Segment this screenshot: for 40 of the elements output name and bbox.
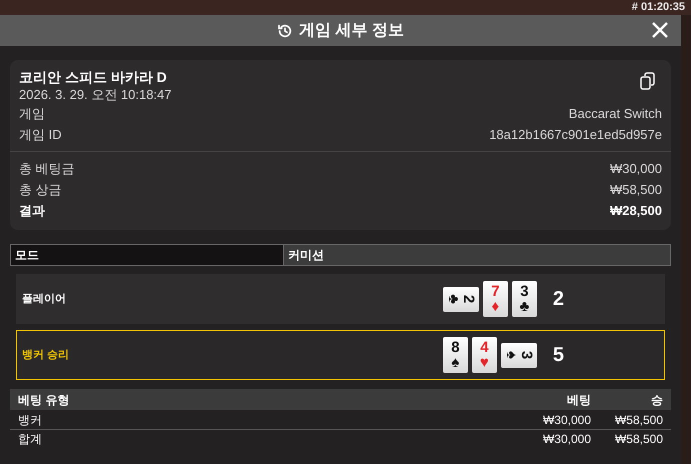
table-name: 코리안 스피드 바카라 D bbox=[19, 68, 168, 86]
playing-card: 7 ♦ bbox=[482, 281, 508, 317]
round-timer: # 01:20:35 bbox=[632, 0, 685, 14]
table-cell-text: ₩58,500 bbox=[614, 412, 663, 428]
hand-label: 뱅커 승리 bbox=[22, 348, 70, 363]
table-cell-text: ₩58,500 bbox=[614, 431, 663, 448]
info-value: Baccarat Switch bbox=[568, 105, 662, 123]
column-header: 승 bbox=[650, 392, 663, 408]
playing-card: 2 ♣ bbox=[442, 286, 479, 312]
total-label: 결과 bbox=[19, 202, 45, 220]
hand-label: 플레이어 bbox=[22, 292, 67, 307]
total-value: ₩28,500 bbox=[610, 202, 662, 220]
game-datetime: 2026. 3. 29. 오전 10:18:47 bbox=[19, 86, 172, 103]
history-icon bbox=[277, 22, 294, 38]
playing-card: 4 ♥ bbox=[472, 337, 497, 373]
dialog-title: 게임 세부 정보 bbox=[299, 20, 404, 40]
close-button[interactable] bbox=[651, 21, 669, 39]
info-value: 18a12b1667c901e1ed5d957e bbox=[489, 126, 662, 144]
column-header: 베팅 bbox=[566, 392, 591, 408]
info-label: 게임 ID bbox=[19, 126, 62, 144]
playing-card: 3 ♠ bbox=[500, 342, 537, 368]
column-header: 베팅 유형 bbox=[18, 392, 70, 408]
close-icon bbox=[651, 21, 669, 39]
hand-score: 2 bbox=[552, 287, 564, 312]
total-value: ₩30,000 bbox=[610, 160, 662, 178]
table-cell-text: ₩30,000 bbox=[542, 412, 591, 428]
total-label: 총 베팅금 bbox=[19, 160, 75, 178]
table-cell-text: 합계 bbox=[18, 431, 43, 448]
hand-score: 5 bbox=[552, 343, 564, 368]
copy-button[interactable] bbox=[640, 72, 656, 90]
info-label: 게임 bbox=[19, 105, 45, 123]
playing-card: 3 ♣ bbox=[512, 281, 537, 317]
copy-icon bbox=[640, 72, 656, 90]
table-cell-text: ₩30,000 bbox=[542, 431, 591, 448]
column-header: 커미션 bbox=[284, 245, 670, 265]
column-header: 모드 bbox=[11, 245, 284, 265]
table-cell-text: 뱅커 bbox=[18, 412, 43, 428]
total-label: 총 상금 bbox=[19, 181, 62, 199]
total-value: ₩58,500 bbox=[610, 181, 662, 199]
playing-card: 8 ♠ bbox=[442, 337, 468, 373]
